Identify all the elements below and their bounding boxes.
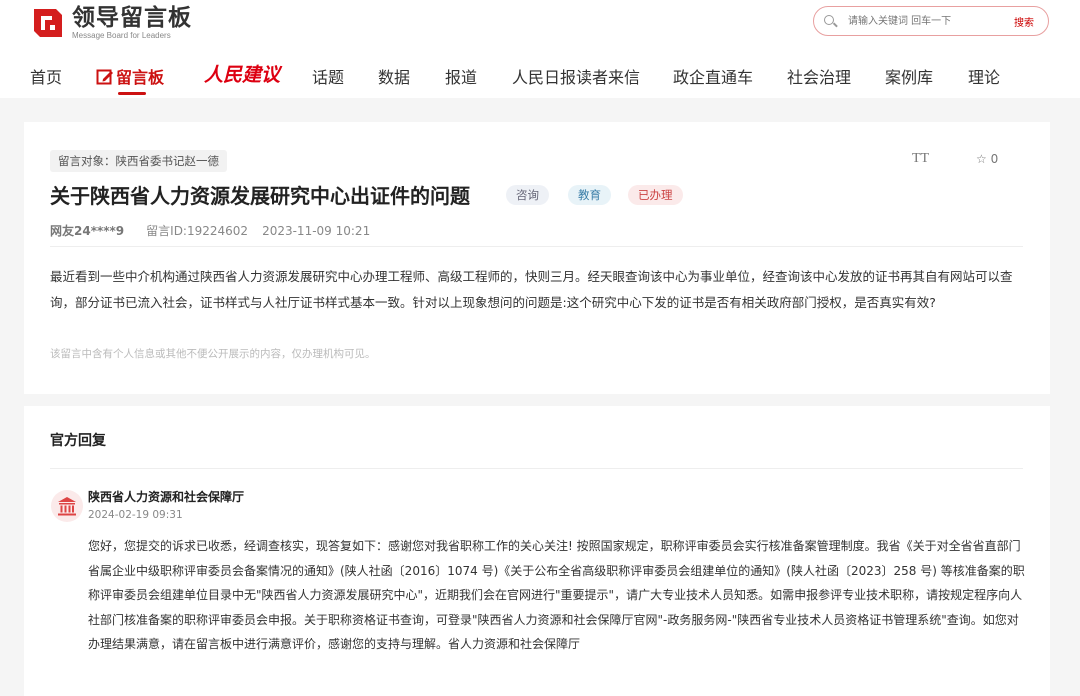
nav-reports[interactable]: 报道	[445, 64, 477, 88]
nav-data[interactable]: 数据	[378, 64, 410, 88]
government-building-icon	[58, 497, 76, 516]
search-input[interactable]	[848, 13, 998, 29]
site-logo[interactable]: 领导留言板 Message Board for Leaders	[30, 5, 192, 41]
tag-education[interactable]: 教育	[568, 185, 611, 205]
star-icon: ☆	[976, 152, 987, 166]
logo-icon	[30, 5, 66, 41]
reply-section-title: 官方回复	[50, 433, 106, 449]
nav-message-board-label: 留言板	[116, 68, 165, 87]
status-badge: 已办理	[628, 185, 683, 205]
message-time: 2023-11-09 10:21	[262, 224, 371, 238]
nav-home[interactable]: 首页	[30, 64, 62, 88]
message-user: 网友24****9	[50, 224, 125, 238]
nav-message-board[interactable]: 留言板	[96, 64, 164, 88]
message-target: 留言对象：陕西省委书记赵一德	[50, 150, 227, 172]
message-card: 留言对象：陕西省委书记赵一德 TT ☆ 0 关于陕西省人力资源发展研究中心出证件…	[24, 122, 1050, 394]
nav-enterprise-channel[interactable]: 政企直通车	[673, 64, 753, 88]
site-header: 领导留言板 Message Board for Leaders 搜索 首页 留言…	[0, 0, 1080, 98]
message-meta: 网友24****9 留言ID:19224602 2023-11-09 10:21	[50, 222, 370, 239]
nav-active-indicator	[118, 92, 146, 95]
main-nav: 首页 留言板 人民建议 话题 数据 报道 人民日报读者来信 政企直通车 社会治理…	[0, 60, 1080, 95]
nav-social-governance[interactable]: 社会治理	[787, 64, 851, 88]
logo-title: 领导留言板	[72, 5, 192, 31]
reply-time: 2024-02-19 09:31	[88, 509, 183, 521]
reply-department: 陕西省人力资源和社会保障厅	[88, 490, 245, 504]
divider	[50, 246, 1023, 247]
tag-consult[interactable]: 咨询	[506, 185, 549, 205]
nav-case-library[interactable]: 案例库	[885, 64, 933, 88]
nav-topics[interactable]: 话题	[312, 64, 344, 88]
search-box: 搜索	[813, 6, 1049, 36]
nav-reader-letters[interactable]: 人民日报读者来信	[512, 64, 640, 88]
message-id: 留言ID:19224602	[146, 224, 249, 238]
reply-body: 您好，您提交的诉求已收悉，经调查核实，现答复如下：感谢您对我省职称工作的关心关注…	[88, 539, 1025, 651]
divider	[50, 468, 1023, 469]
search-icon	[824, 15, 834, 25]
edit-icon	[96, 69, 113, 85]
logo-subtitle: Message Board for Leaders	[72, 31, 171, 40]
favorite-button[interactable]: ☆ 0	[976, 152, 998, 166]
message-title: 关于陕西省人力资源发展研究中心出证件的问题	[50, 184, 470, 208]
reply-card: 官方回复 陕西省人力资源和社会保障厅 2024-02-19 09:31 您好，您…	[24, 406, 1050, 696]
search-button[interactable]: 搜索	[1014, 14, 1034, 29]
department-avatar	[51, 490, 83, 522]
nav-people-suggestion[interactable]: 人民建议	[204, 60, 280, 87]
font-size-icon[interactable]: TT	[912, 151, 929, 167]
nav-theory[interactable]: 理论	[968, 64, 1000, 88]
star-count: 0	[990, 152, 999, 166]
message-body: 最近看到一些中介机构通过陕西省人力资源发展研究中心办理工程师、高级工程师的，快则…	[50, 269, 1013, 310]
privacy-note: 该留言中含有个人信息或其他不便公开展示的内容，仅办理机构可见。	[50, 348, 376, 360]
